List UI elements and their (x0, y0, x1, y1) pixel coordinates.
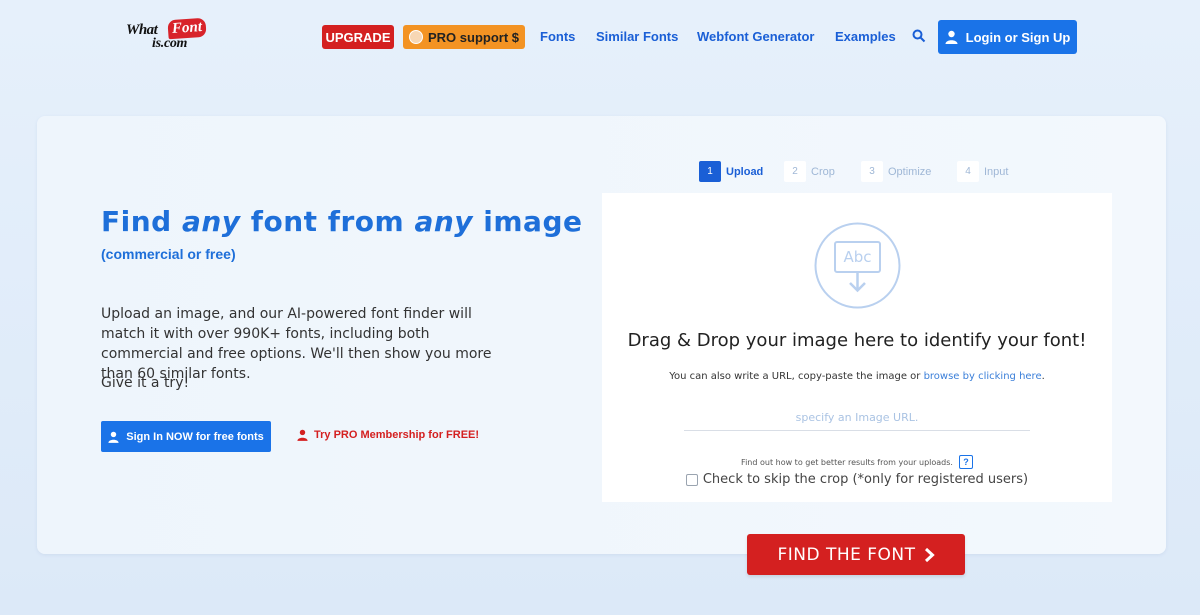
try-text: Give it a try! (101, 375, 190, 391)
skip-crop-label: Check to skip the crop (*only for regist… (702, 472, 1029, 487)
step-label: Upload (726, 165, 764, 178)
find-the-font-button[interactable]: FIND THE FONT (747, 534, 965, 575)
support-avatar-icon (408, 30, 423, 44)
site-header: What Font is.com UPGRADE PRO support $ F… (0, 0, 1200, 75)
upgrade-button[interactable]: UPGRADE (322, 25, 394, 49)
step-crop: 2 Crop (784, 161, 835, 182)
step-number: 3 (861, 161, 883, 182)
hero-description: Upload an image, and our AI-powered font… (101, 306, 492, 382)
step-optimize: 3 Optimize (861, 161, 931, 182)
dropzone-title: Drag & Drop your image here to identify … (627, 330, 1087, 351)
signin-label: Sign In NOW for free fonts (126, 430, 264, 443)
try-pro-label: Try PRO Membership for FREE! (314, 429, 480, 441)
nav-fonts[interactable]: Fonts (540, 29, 575, 44)
tips-text: Find out how to get better results from … (741, 457, 953, 467)
help-icon[interactable]: ? (958, 455, 973, 469)
step-label: Optimize (888, 165, 932, 178)
user-icon (108, 431, 119, 443)
login-signup-button[interactable]: Login or Sign Up (938, 20, 1077, 54)
hero-title: Find any font from any image (101, 205, 583, 238)
hero-subtitle: (commercial or free) (101, 246, 236, 262)
step-input: 4 Input (957, 161, 1008, 182)
image-upload-icon: Abc (814, 222, 901, 309)
try-pro-link[interactable]: Try PRO Membership for FREE! (297, 429, 479, 441)
user-icon (297, 429, 308, 441)
login-label: Login or Sign Up (965, 29, 1071, 45)
dropzone-hint: You can also write a URL, copy-paste the… (669, 371, 1045, 382)
browse-link[interactable]: browse by clicking here (924, 371, 1042, 382)
pro-support-label: PRO support $ (427, 29, 519, 45)
signin-free-fonts-button[interactable]: Sign In NOW for free fonts (101, 421, 271, 452)
step-number: 2 (784, 161, 806, 182)
step-label: Crop (811, 165, 835, 178)
nav-examples[interactable]: Examples (835, 29, 896, 44)
skip-crop-checkbox[interactable] (685, 473, 698, 486)
chevron-right-icon (924, 547, 935, 562)
search-icon[interactable] (912, 29, 926, 43)
skip-crop-option[interactable]: Check to skip the crop (*only for regist… (602, 472, 1112, 487)
step-label: Input (984, 165, 1009, 178)
upload-dropzone[interactable]: Abc Drag & Drop your image here to ident… (602, 193, 1112, 502)
abc-text: Abc (843, 248, 871, 266)
step-number: 4 (957, 161, 979, 182)
nav-similar-fonts[interactable]: Similar Fonts (596, 29, 678, 44)
find-button-label: FIND THE FONT (777, 544, 916, 565)
pro-support-button[interactable]: PRO support $ (403, 25, 525, 49)
image-url-input[interactable] (684, 404, 1030, 431)
user-icon (945, 30, 958, 44)
site-logo[interactable]: What Font is.com (126, 17, 214, 54)
nav-webfont-generator[interactable]: Webfont Generator (697, 29, 815, 44)
step-number: 1 (699, 161, 721, 182)
tips-row: Find out how to get better results from … (602, 455, 1112, 469)
step-upload: 1 Upload (699, 161, 763, 182)
logo-text-domain: is.com (152, 36, 188, 51)
